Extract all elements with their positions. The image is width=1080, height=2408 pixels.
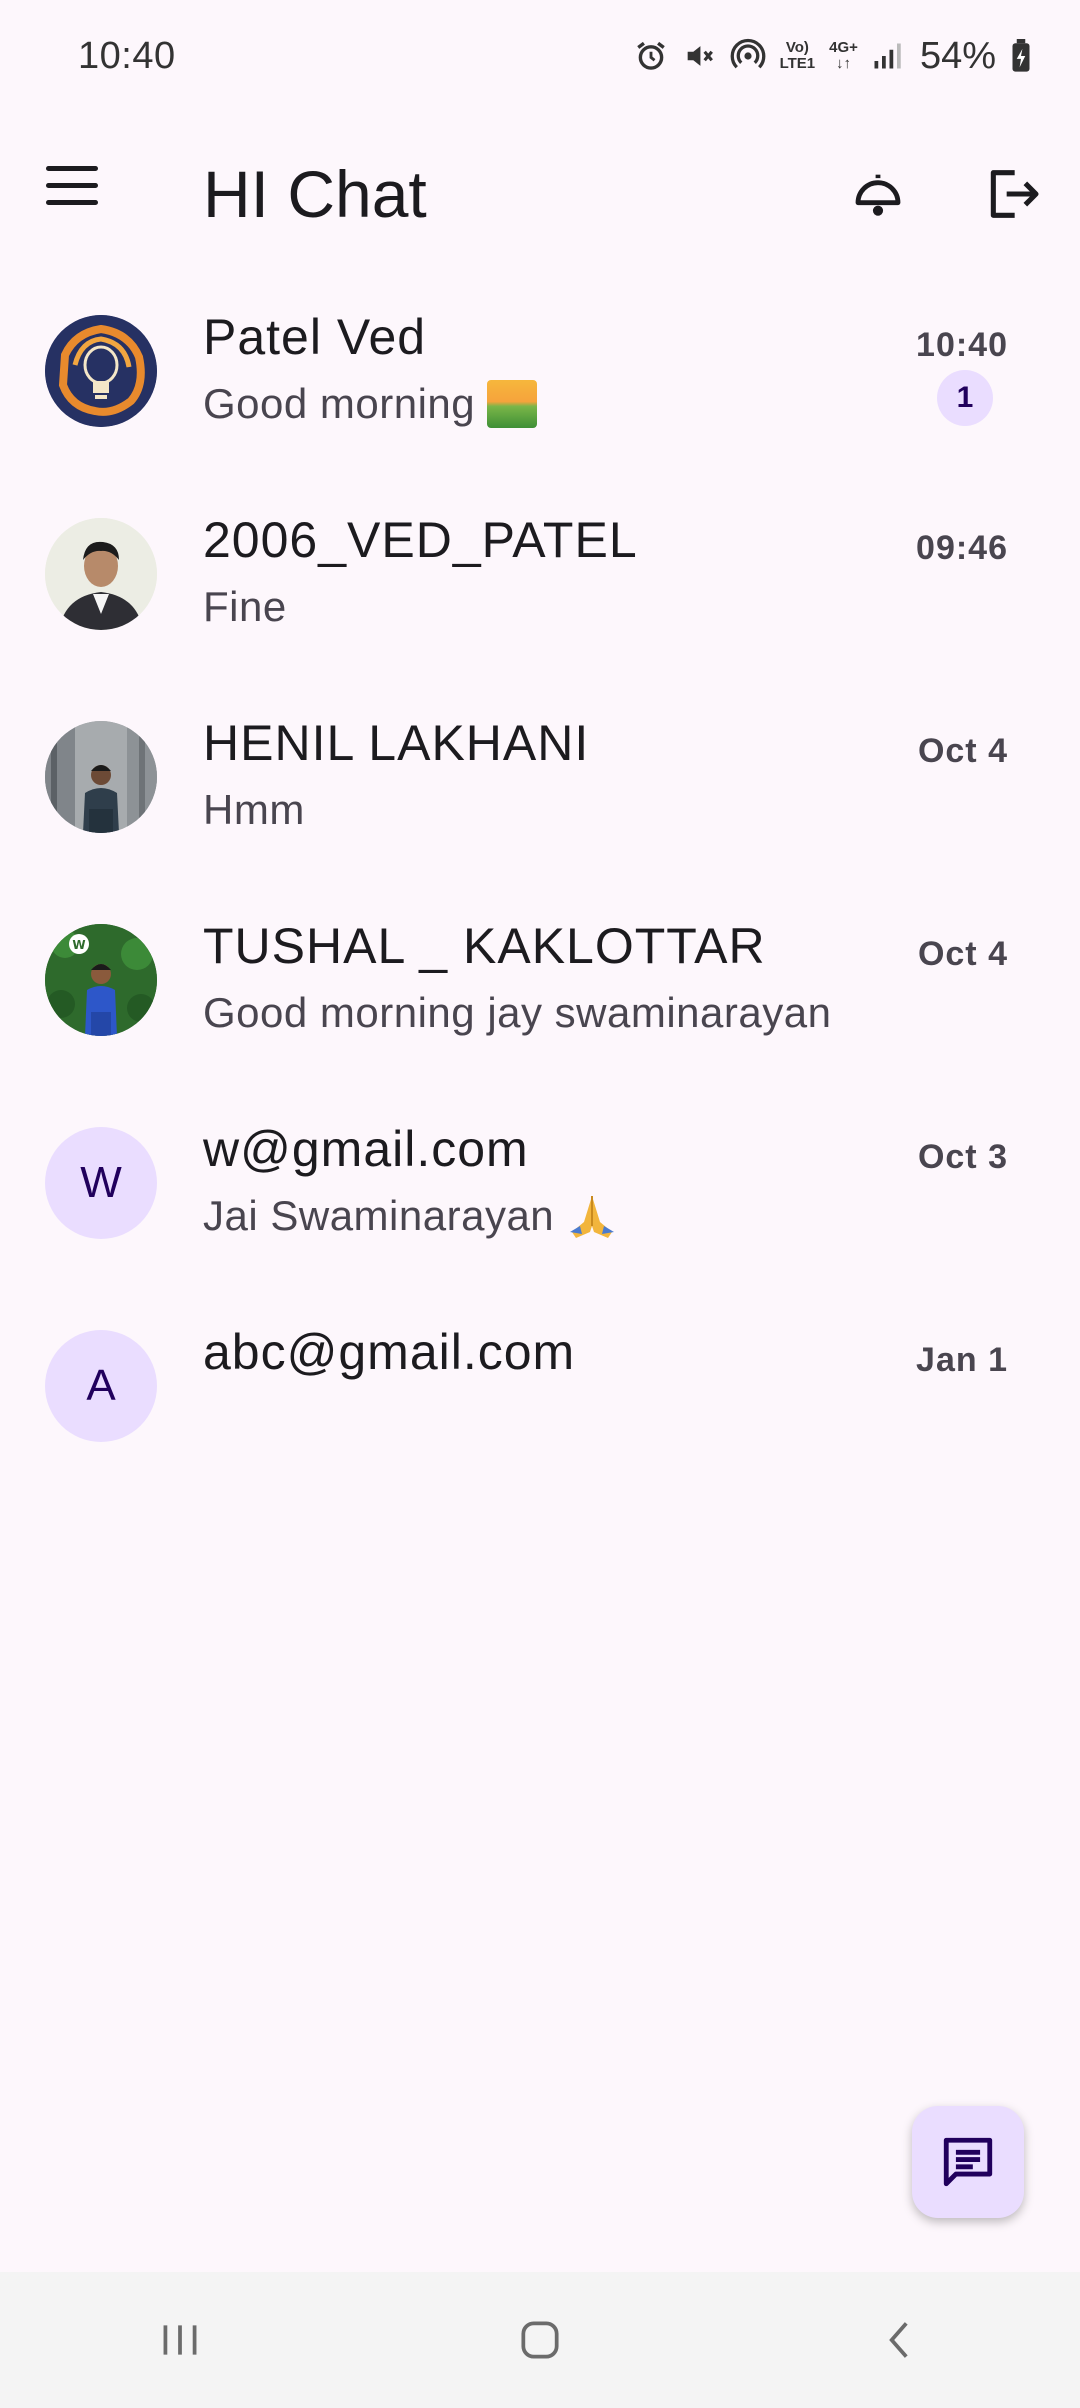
back-icon — [889, 2322, 908, 2358]
home-button[interactable] — [480, 2300, 600, 2380]
avatar — [45, 721, 157, 833]
recent-apps-button[interactable] — [120, 2300, 240, 2380]
app-bar: HI Chat — [0, 112, 1080, 272]
chat-list: Patel Ved Good morning 10:40 1 2006_VED_… — [0, 290, 1080, 1508]
chat-name: TUSHAL _ KAKLOTTAR — [203, 918, 766, 974]
chat-preview: Fine — [203, 583, 287, 630]
avatar: W — [45, 1127, 157, 1239]
avatar-letter: W — [80, 1158, 122, 1207]
chat-time: Oct 4 — [917, 732, 1008, 770]
network-icon: 4G+ ↓↑ — [829, 39, 858, 72]
chat-name: HENIL LAKHANI — [203, 715, 590, 771]
avatar: W — [45, 924, 157, 1036]
chat-preview: Good morning — [203, 380, 538, 428]
person-photo — [45, 721, 157, 833]
recent-apps-icon — [163, 2325, 197, 2355]
avatar: A — [45, 1330, 157, 1442]
status-icons: Vo) LTE1 4G+ ↓↑ 54% — [634, 35, 1032, 78]
system-nav-bar — [0, 2272, 1080, 2408]
chat-name: abc@gmail.com — [203, 1324, 576, 1380]
battery-icon — [1010, 39, 1032, 73]
chat-row[interactable]: A abc@gmail.com Jan 1 — [0, 1305, 1080, 1508]
volte-icon: Vo) LTE1 — [779, 39, 816, 72]
chat-preview: Good morning jay swaminarayan — [203, 989, 832, 1036]
menu-button[interactable] — [46, 166, 110, 214]
chat-name: w@gmail.com — [203, 1121, 529, 1177]
chat-row[interactable]: HENIL LAKHANI Hmm Oct 4 — [0, 696, 1080, 899]
new-chat-fab[interactable] — [912, 2106, 1024, 2218]
chat-time: Oct 3 — [917, 1138, 1008, 1176]
chat-name: 2006_VED_PATEL — [203, 512, 638, 568]
lightbulb-photo — [45, 315, 157, 427]
battery-percent: 54% — [919, 34, 996, 77]
folded-hands-emoji-icon — [570, 1196, 615, 1238]
svg-text:W: W — [72, 938, 85, 952]
chat-name: Patel Ved — [203, 309, 427, 365]
sunrise-emoji-icon — [487, 380, 538, 428]
alarm-icon — [634, 39, 668, 73]
person-photo: W — [45, 924, 157, 1036]
app-title: HI Chat — [203, 157, 427, 231]
home-icon — [521, 2321, 559, 2359]
new-message-icon — [943, 2137, 993, 2187]
back-button[interactable] — [840, 2300, 960, 2380]
chat-row[interactable]: W TUSHAL _ KAKLOTTAR Good morning jay sw… — [0, 899, 1080, 1102]
signal-icon — [872, 41, 902, 71]
status-time: 10:40 — [78, 34, 176, 77]
chat-time: Jan 1 — [916, 1341, 1008, 1379]
person-photo — [45, 518, 157, 630]
notification-bell-button[interactable] — [846, 164, 910, 228]
status-bar: 10:40 Vo) LTE1 4G+ ↓↑ 54% — [0, 0, 1080, 112]
hotspot-icon — [730, 38, 766, 74]
avatar — [45, 315, 157, 427]
avatar-letter: A — [86, 1361, 116, 1410]
logout-icon — [990, 170, 1039, 218]
chat-preview: Jai Swaminarayan — [203, 1192, 618, 1240]
chat-preview: Hmm — [203, 786, 305, 833]
chat-time: 10:40 — [916, 326, 1008, 364]
unread-badge: 1 — [937, 370, 993, 426]
chat-time: 09:46 — [916, 529, 1008, 567]
logout-button[interactable] — [980, 162, 1044, 226]
chat-time: Oct 4 — [917, 935, 1008, 973]
notification-bell-icon — [855, 174, 901, 216]
menu-icon — [46, 166, 98, 171]
avatar — [45, 518, 157, 630]
chat-row[interactable]: 2006_VED_PATEL Fine 09:46 — [0, 493, 1080, 696]
mute-icon — [682, 39, 716, 73]
chat-row[interactable]: Patel Ved Good morning 10:40 1 — [0, 290, 1080, 493]
chat-row[interactable]: W w@gmail.com Jai Swaminarayan Oct 3 — [0, 1102, 1080, 1305]
